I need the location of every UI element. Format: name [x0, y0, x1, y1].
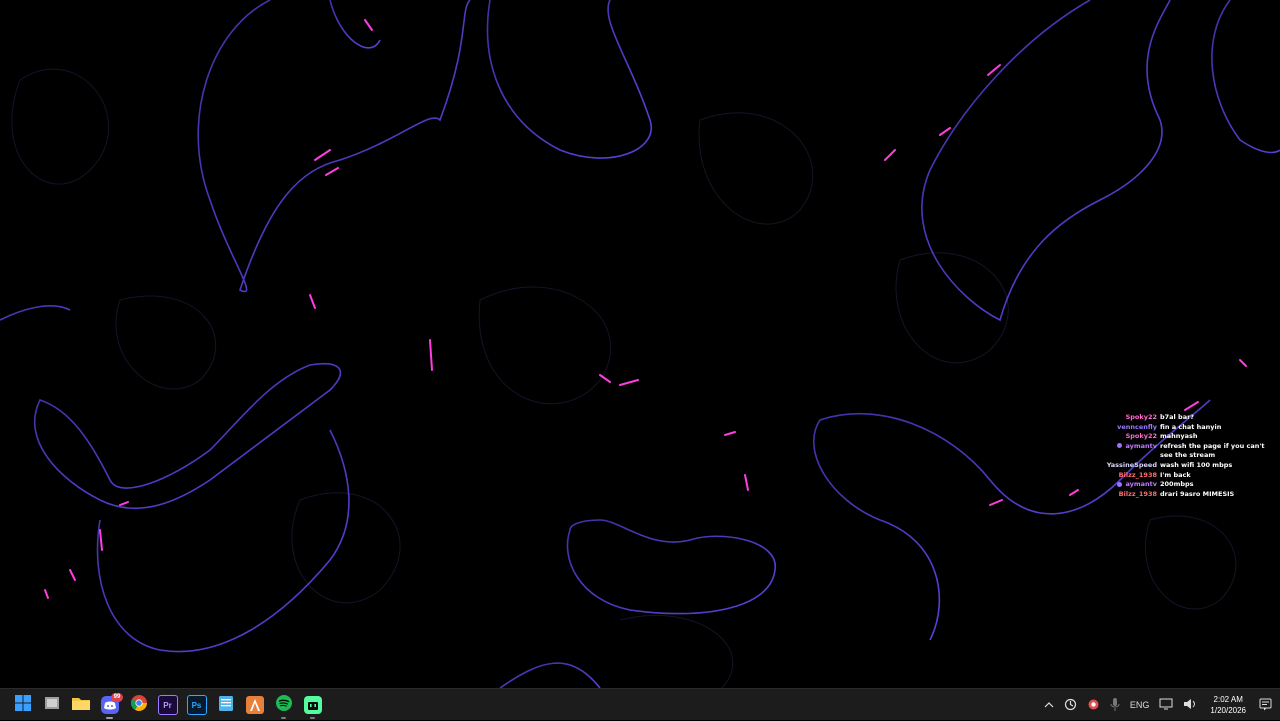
notification-bell-icon	[1259, 698, 1272, 713]
chat-username-text: Spoky22	[1125, 432, 1157, 441]
clock-date: 1/20/2026	[1210, 706, 1246, 715]
chat-message-text: mahnyash	[1160, 432, 1198, 441]
spotify-icon	[275, 694, 292, 716]
chrome-button[interactable]	[124, 689, 153, 721]
spotify-button[interactable]	[269, 689, 298, 721]
chat-username: venncenfly	[1080, 423, 1160, 433]
volume-button[interactable]	[1178, 689, 1202, 721]
discord-button[interactable]: 99	[95, 689, 124, 721]
chat-username-text: Bilzz_1938	[1118, 470, 1157, 479]
chat-message: Spoky22 mahnyash	[1080, 432, 1270, 442]
chat-username-text: aymantv	[1125, 441, 1157, 450]
task-view-button[interactable]	[37, 689, 66, 721]
chat-message-text: b7al bar?	[1160, 413, 1195, 421]
chat-message-text: I'm back	[1160, 470, 1191, 479]
chat-message: venncenfly fin a chat hanyin	[1080, 423, 1270, 433]
taskbar: 99 Pr Ps ENG 2:02 AM 1/20/2026	[0, 688, 1280, 720]
a-app-icon	[245, 696, 264, 714]
chat-username: Spoky22	[1080, 432, 1160, 442]
notepad-button[interactable]	[211, 689, 240, 721]
microphone-icon	[1110, 697, 1120, 713]
recording-icon	[1087, 698, 1100, 713]
windows-icon	[14, 694, 31, 716]
tray-sync-button[interactable]	[1059, 689, 1082, 721]
task-view-icon	[44, 696, 60, 715]
photoshop-icon: Ps	[186, 695, 207, 715]
chat-message-text: refresh the page if you can't see the st…	[1160, 441, 1265, 460]
tray-recording-button[interactable]	[1082, 689, 1105, 721]
chat-username-text: aymantv	[1125, 480, 1157, 489]
chat-username-text: venncenfly	[1117, 422, 1157, 431]
chat-username: Spoky22	[1080, 413, 1160, 423]
premiere-icon: Pr	[157, 695, 178, 715]
premiere-button[interactable]: Pr	[153, 689, 182, 721]
chat-message-text: 200mbps	[1160, 480, 1194, 489]
chat-message-text: fin a chat hanyin	[1160, 422, 1222, 431]
chat-username: aymantv	[1080, 442, 1160, 452]
microphone-button[interactable]	[1105, 689, 1125, 721]
folder-icon	[71, 696, 90, 715]
chat-username-text: Spoky22	[1125, 413, 1157, 421]
chat-username-text: YassineSpeed	[1106, 460, 1157, 469]
sync-icon	[1064, 698, 1077, 713]
system-tray: ENG 2:02 AM 1/20/2026	[1039, 689, 1280, 721]
chat-message: Spoky22 b7al bar?	[1080, 413, 1270, 423]
chat-username: Bilzz_1938	[1080, 471, 1160, 481]
show-hidden-icons-button[interactable]	[1039, 689, 1059, 721]
bot-icon	[303, 696, 322, 714]
language-indicator[interactable]: ENG	[1125, 689, 1155, 721]
chevron-up-icon	[1044, 700, 1054, 710]
chat-message: Bilzz_1938 I'm back	[1080, 471, 1270, 481]
notepad-icon	[218, 695, 233, 716]
chat-message-text: drari 9asro MIMESIS	[1160, 489, 1235, 498]
taskbar-pinned-apps: 99 Pr Ps	[8, 689, 327, 721]
clock-time: 2:02 AM	[1213, 695, 1243, 704]
chat-badge-icon	[1117, 443, 1123, 449]
chat-username: YassineSpeed	[1080, 461, 1160, 471]
chat-username: aymantv	[1080, 480, 1160, 490]
chat-message: YassineSpeed wash wifi 100 mbps	[1080, 461, 1270, 471]
chat-badge-icon	[1117, 481, 1123, 487]
discord-notification-badge: 99	[111, 693, 123, 702]
app-a-button[interactable]	[240, 689, 269, 721]
start-button[interactable]	[8, 689, 37, 721]
chat-message-text: wash wifi 100 mbps	[1160, 460, 1233, 469]
chrome-icon	[130, 694, 147, 716]
notifications-button[interactable]	[1254, 689, 1280, 721]
desktop-wallpaper	[0, 0, 1280, 688]
app-bot-button[interactable]	[298, 689, 327, 721]
chat-message: Bilzz_1938 drari 9asro MIMESIS	[1080, 490, 1270, 500]
chat-message: aymantv 200mbps	[1080, 480, 1270, 490]
chat-username: Bilzz_1938	[1080, 490, 1160, 500]
network-button[interactable]	[1154, 689, 1178, 721]
stream-chat-overlay: Spoky22 b7al bar? venncenfly fin a chat han…	[1080, 413, 1270, 499]
chat-message: aymantv refresh the page if you can't see…	[1080, 442, 1270, 461]
file-explorer-button[interactable]	[66, 689, 95, 721]
network-icon	[1159, 698, 1173, 712]
clock[interactable]: 2:02 AM 1/20/2026	[1202, 694, 1254, 716]
chat-username-text: Bilzz_1938	[1118, 489, 1157, 498]
speaker-icon	[1183, 698, 1197, 712]
photoshop-button[interactable]: Ps	[182, 689, 211, 721]
